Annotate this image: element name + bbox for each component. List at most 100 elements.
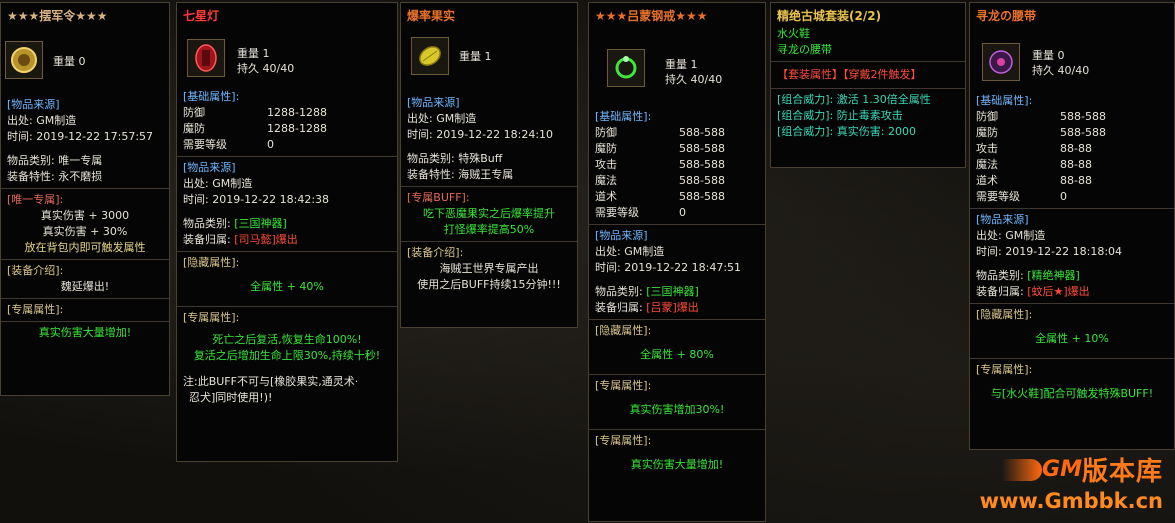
set-item-2: 寻龙の腰带 — [777, 43, 832, 56]
combo-line-2: [组合威力]: 防止毒素攻击 — [777, 109, 903, 122]
set-bonus-header: 【套装属性】【穿戴2件触发】 — [777, 68, 922, 81]
source-header: [物品来源] — [183, 161, 236, 174]
intro-header: [装备介绍]: — [407, 246, 464, 259]
unique-line-2: 真实伤害 + 30% — [42, 225, 128, 238]
stat-row: 需要等级 0 — [976, 190, 1067, 203]
tooltip-bai-jun-ling: ★★★摆军令★★★ 重量 0 [物品来源] 出处: GM制造 时间: 2019-… — [0, 2, 170, 396]
stat-magic-defense: 魔防 1288-1288 — [183, 122, 327, 135]
item-owner: 装备归属: [司马懿]爆出 — [183, 233, 298, 246]
weight-text: 重量 1 — [665, 58, 698, 71]
item-category: 物品类别: 特殊Buff — [407, 152, 503, 165]
buff-line-1: 吃下恶魔果实之后爆率提升 — [423, 207, 555, 220]
logo-brand: 版本库 — [1081, 457, 1163, 487]
durability-text: 持久 40/40 — [665, 73, 723, 86]
base-attr-header: [基础属性]: — [183, 90, 240, 103]
durability-text: 持久 40/40 — [1032, 64, 1090, 77]
source-header: [物品来源] — [407, 96, 460, 109]
source-time: 时间: 2019-12-22 18:18:04 — [976, 245, 1123, 258]
exclusive-header: [专属属性]: — [7, 303, 64, 316]
token-icon — [5, 41, 43, 79]
source-origin: 出处: GM制造 — [183, 177, 253, 190]
stat-required-level: 需要等级 0 — [183, 138, 274, 151]
set-title: 精绝古城套装(2/2) — [777, 9, 882, 23]
weight-text: 重量 1 — [459, 50, 492, 63]
logo-url: www.Gmbbk.cn — [979, 489, 1163, 513]
item-feature: 装备特性: 海贼王专属 — [407, 168, 514, 181]
exclusive-header: [专属属性]: — [976, 363, 1033, 376]
note-line-2: 忍犬]同时使用!)! — [189, 391, 273, 404]
source-header: [物品来源] — [7, 98, 60, 111]
stat-row: 魔法 588-588 — [595, 174, 725, 187]
source-time: 时间: 2019-12-22 18:24:10 — [407, 128, 554, 141]
item-title: 七星灯 — [183, 9, 220, 23]
stat-row: 防御 588-588 — [976, 110, 1106, 123]
intro-header: [装备介绍]: — [7, 264, 64, 277]
item-owner: 装备归属: [蚊后★]爆出 — [976, 285, 1090, 298]
item-owner: 装备归属: [吕蒙]爆出 — [595, 301, 699, 314]
item-title: 寻龙の腰带 — [976, 9, 1037, 23]
hidden-attr-header: [隐藏属性]: — [595, 324, 652, 337]
ring-icon — [607, 49, 645, 87]
intro-text: 魏延爆出! — [60, 280, 110, 293]
item-category: 物品类别: [三国神器] — [595, 285, 699, 298]
hidden-attr-header: [隐藏属性]: — [183, 256, 240, 269]
stat-row: 道术 588-588 — [595, 190, 725, 203]
item-category: 物品类别: [三国神器] — [183, 217, 287, 230]
source-origin: 出处: GM制造 — [7, 114, 77, 127]
base-attr-header: [基础属性]: — [595, 110, 652, 123]
tooltip-lv-meng-gang-jie: ★★★吕蒙钢戒★★★ 重量 1 持久 40/40 [基础属性]: 防御 588-5… — [588, 2, 766, 522]
logo-flame-icon — [1002, 458, 1043, 481]
source-header: [物品来源] — [976, 213, 1029, 226]
hidden-attr-value: 全属性 + 40% — [250, 280, 324, 293]
combo-line-1: [组合威力]: 激活 1.30倍全属性 — [777, 93, 931, 106]
fruit-icon — [411, 37, 449, 75]
exclusive-header: [专属属性]: — [595, 379, 652, 392]
durability-text: 持久 40/40 — [237, 62, 295, 75]
site-logo: GM 版本库 www.Gmbbk.cn — [973, 451, 1163, 517]
stat-row: 魔法 88-88 — [976, 158, 1092, 171]
source-time: 时间: 2019-12-22 18:42:38 — [183, 193, 330, 206]
hidden-attr-value: 全属性 + 80% — [640, 348, 714, 361]
exclusive-text-2: 真实伤害大量增加! — [630, 458, 724, 471]
stat-defense: 防御 1288-1288 — [183, 106, 327, 119]
weight-text: 重量 1 — [237, 47, 270, 60]
item-title: ★★★摆军令★★★ — [7, 9, 108, 23]
exclusive-line-2: 复活之后增加生命上限30%,持续十秒! — [193, 349, 381, 362]
stat-row: 攻击 588-588 — [595, 158, 725, 171]
stat-row: 攻击 88-88 — [976, 142, 1092, 155]
set-item-1: 水火鞋 — [777, 27, 810, 40]
source-origin: 出处: GM制造 — [595, 245, 665, 258]
source-origin: 出处: GM制造 — [407, 112, 477, 125]
exclusive-line-1: 死亡之后复活,恢复生命100%! — [212, 333, 362, 346]
tooltip-bao-lv-guo-shi: 爆率果实 重量 1 [物品来源] 出处: GM制造 时间: 2019-12-22… — [400, 2, 578, 328]
source-time: 时间: 2019-12-22 17:57:57 — [7, 130, 154, 143]
logo-gm: GM — [1042, 457, 1082, 482]
hidden-attr-value: 全属性 + 10% — [1035, 332, 1109, 345]
note-line-1: 注:此BUFF不可与[橡胶果实,通灵术· — [183, 375, 359, 388]
exclusive-text: 与[水火鞋]配合可触发特殊BUFF! — [990, 387, 1154, 400]
combo-line-3: [组合威力]: 真实伤害: 2000 — [777, 125, 916, 138]
buff-line-2: 打怪爆率提高50% — [443, 223, 535, 236]
exclusive-header-2: [专属属性]: — [595, 434, 652, 447]
base-attr-header: [基础属性]: — [976, 94, 1033, 107]
stat-row: 魔防 588-588 — [976, 126, 1106, 139]
weight-text: 重量 0 — [53, 55, 86, 68]
tooltip-qi-xing-deng: 七星灯 重量 1 持久 40/40 [基础属性]: 防御 1288-1288 魔防… — [176, 2, 398, 462]
item-title: 爆率果实 — [407, 9, 456, 23]
exclusive-text: 真实伤害增加30%! — [629, 403, 725, 416]
stat-row: 道术 88-88 — [976, 174, 1092, 187]
intro-line-2: 使用之后BUFF持续15分钟!!! — [417, 278, 561, 291]
hidden-attr-header: [隐藏属性]: — [976, 308, 1033, 321]
tooltip-xun-long-belt: 寻龙の腰带 重量 0 持久 40/40 [基础属性]: 防御 588-588 魔防… — [969, 2, 1175, 450]
stat-row: 魔防 588-588 — [595, 142, 725, 155]
item-category: 物品类别: [精绝神器] — [976, 269, 1080, 282]
exclusive-header: [专属属性]: — [183, 311, 240, 324]
stat-row: 需要等级 0 — [595, 206, 686, 219]
unique-line-3: 放在背包内即可触发属性 — [24, 241, 146, 254]
intro-line-1: 海贼王世界专属产出 — [439, 262, 539, 275]
buff-header: [专属BUFF]: — [407, 191, 470, 204]
tooltip-set-bonus: 精绝古城套装(2/2) 水火鞋 寻龙の腰带 【套装属性】【穿戴2件触发】 [组合… — [770, 2, 966, 168]
weight-text: 重量 0 — [1032, 49, 1065, 62]
item-feature: 装备特性: 永不磨损 — [7, 170, 103, 183]
item-category: 物品类别: 唯一专属 — [7, 154, 103, 167]
